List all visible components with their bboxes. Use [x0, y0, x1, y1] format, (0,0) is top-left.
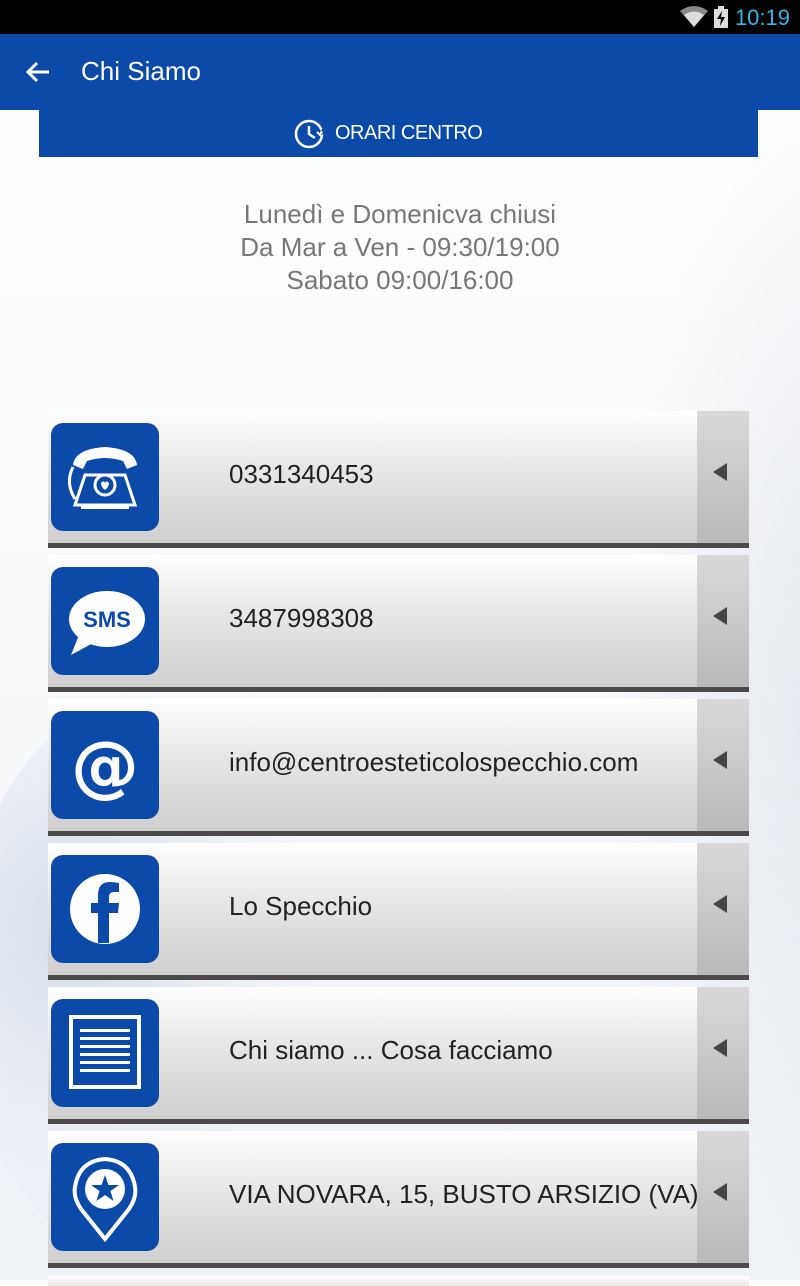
page-title: Chi Siamo	[81, 56, 201, 86]
contact-row-phone[interactable]: 0331340453	[48, 411, 749, 548]
battery-charging-icon	[714, 6, 728, 28]
row-arrow[interactable]	[697, 843, 749, 975]
contact-row-address[interactable]: VIA NOVARA, 15, BUSTO ARSIZIO (VA)	[48, 1131, 749, 1268]
app-bar: Chi Siamo	[0, 34, 800, 110]
contact-row-facebook[interactable]: Lo Specchio	[48, 843, 749, 980]
status-bar: 10:19	[0, 0, 800, 34]
contact-row-sms[interactable]: SMS 3487998308	[48, 555, 749, 692]
svg-text:@: @	[71, 727, 139, 806]
row-label: info@centroesteticolospecchio.com	[229, 747, 639, 777]
row-arrow[interactable]	[697, 411, 749, 543]
status-time: 10:19	[734, 5, 790, 30]
hours-line: Da Mar a Ven - 09:30/19:00	[240, 232, 560, 262]
arrow-left-icon	[713, 1183, 727, 1201]
arrow-left-icon	[713, 1039, 727, 1057]
phone-icon	[51, 423, 159, 531]
hours-line: Lunedì e Domenicva chiusi	[243, 199, 557, 229]
row-arrow[interactable]	[697, 555, 749, 687]
arrow-left-icon	[713, 751, 727, 769]
email-icon: @	[51, 711, 159, 819]
map-pin-icon	[51, 1143, 159, 1251]
row-label: Lo Specchio	[229, 891, 373, 921]
arrow-left-icon	[713, 607, 727, 625]
clock-icon	[294, 119, 326, 149]
row-label: VIA NOVARA, 15, BUSTO ARSIZIO (VA)	[229, 1179, 699, 1209]
row-arrow[interactable]	[697, 1131, 749, 1263]
contact-row-partial[interactable]	[48, 1276, 749, 1286]
wifi-icon	[680, 6, 708, 27]
sms-icon: SMS	[51, 567, 159, 675]
row-label: 0331340453	[229, 459, 374, 489]
hours-line: Sabato 09:00/16:00	[286, 265, 514, 295]
opening-hours: Lunedì e Domenicva chiusi Da Mar a Ven -…	[0, 198, 800, 297]
document-icon	[51, 999, 159, 1107]
row-arrow[interactable]	[697, 987, 749, 1119]
hours-header-label: ORARI CENTRO	[335, 122, 483, 144]
row-label: 3487998308	[229, 603, 374, 633]
row-label: Chi siamo ... Cosa facciamo	[229, 1035, 553, 1065]
facebook-icon	[51, 855, 159, 963]
arrow-left-icon	[713, 895, 727, 913]
row-arrow[interactable]	[697, 699, 749, 831]
contact-row-about[interactable]: Chi siamo ... Cosa facciamo	[48, 987, 749, 1124]
arrow-left-icon	[713, 463, 727, 481]
hours-header: ORARI CENTRO	[39, 110, 758, 157]
arrow-back-icon[interactable]	[22, 56, 54, 88]
contact-row-email[interactable]: @ info@centroesteticolospecchio.com	[48, 699, 749, 836]
svg-text:SMS: SMS	[83, 607, 131, 632]
